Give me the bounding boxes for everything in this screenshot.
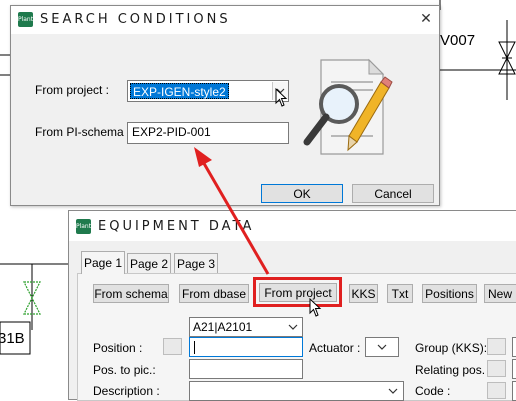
annotation-arrow — [194, 147, 270, 275]
